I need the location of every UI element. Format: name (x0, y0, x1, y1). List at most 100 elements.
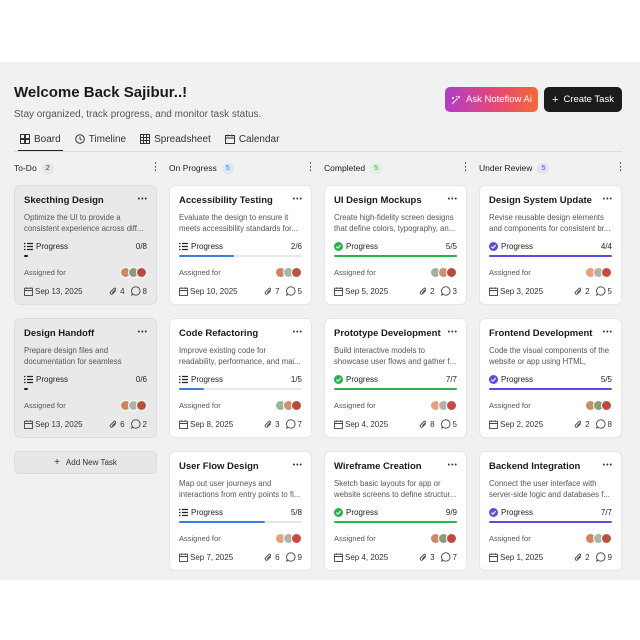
attachments-count[interactable]: 3 (264, 420, 280, 429)
attachments-count[interactable]: 6 (264, 553, 280, 562)
avatar-group[interactable] (120, 399, 147, 411)
column-menu-icon[interactable]: ⋮ (615, 161, 626, 173)
comments-count[interactable]: 9 (285, 552, 302, 562)
progress-bar-fill (179, 255, 235, 257)
board-icon (20, 134, 30, 144)
comments-count[interactable]: 5 (595, 286, 612, 296)
column-header-1: On Progress 5 (169, 161, 234, 175)
task-card[interactable]: Design Handoff ••• Prepare design files an… (14, 318, 157, 438)
assigned-row: Assigned for (489, 399, 612, 411)
task-card[interactable]: User Flow Design ••• Map out user journeys… (169, 451, 312, 571)
avatar-group[interactable] (120, 266, 147, 278)
comments-count[interactable]: 8 (130, 286, 147, 296)
progress-row: Progress 4/4 (489, 240, 612, 252)
avatar-group[interactable] (430, 532, 457, 544)
comments-count[interactable]: 3 (440, 286, 457, 296)
view-tabs: Board Timeline Spreadsheet Calendar (18, 130, 279, 152)
ask-ai-label: Ask Noteflow Ai (466, 94, 532, 105)
tab-board[interactable]: Board (18, 130, 63, 152)
ask-ai-button[interactable]: Ask Noteflow Ai (445, 87, 538, 112)
attachments-value: 2 (430, 286, 435, 296)
more-options-icon[interactable]: ••• (603, 196, 613, 203)
assigned-label: Assigned for (489, 267, 531, 277)
progress-row: Progress 5/5 (489, 373, 612, 385)
more-options-icon[interactable]: ••• (603, 329, 613, 336)
more-options-icon[interactable]: ••• (293, 462, 303, 469)
comments-count[interactable]: 8 (595, 419, 612, 429)
more-options-icon[interactable]: ••• (138, 196, 148, 203)
attachments-count[interactable]: 2 (574, 553, 590, 562)
attachments-count[interactable]: 3 (419, 553, 435, 562)
task-card[interactable]: Prototype Development ••• Build interactiv… (324, 318, 467, 438)
comments-count[interactable]: 9 (595, 552, 612, 562)
comments-count[interactable]: 7 (440, 552, 457, 562)
attachments-value: 6 (120, 419, 125, 429)
attachments-count[interactable]: 4 (109, 287, 125, 296)
assigned-row: Assigned for (489, 532, 612, 544)
task-card[interactable]: Accessibility Testing ••• Evaluate the des… (169, 185, 312, 305)
avatar-group[interactable] (275, 532, 302, 544)
task-title: Design System Update (489, 195, 592, 206)
task-card[interactable]: Design System Update ••• Revise reusable d… (479, 185, 622, 305)
attachments-count[interactable]: 2 (574, 287, 590, 296)
avatar-group[interactable] (585, 532, 612, 544)
paperclip-icon (574, 553, 582, 561)
comments-value: 5 (607, 286, 612, 296)
calendar-icon (224, 134, 235, 144)
column-menu-icon[interactable]: ⋮ (460, 161, 471, 173)
comments-count[interactable]: 5 (285, 286, 302, 296)
progress-label: Progress (36, 241, 69, 251)
comments-count[interactable]: 5 (440, 419, 457, 429)
check-circle-icon (334, 507, 343, 517)
tab-calendar[interactable]: Calendar (224, 130, 279, 148)
more-options-icon[interactable]: ••• (293, 196, 303, 203)
check-circle-icon (334, 374, 343, 384)
task-title: Accessibility Testing (179, 195, 273, 206)
task-card[interactable]: Frontend Development ••• Code the visual c… (479, 318, 622, 438)
task-card[interactable]: Skecthing Design ••• Optimize the UI to pr… (14, 185, 157, 305)
card-stats: 23 (419, 286, 457, 296)
attachments-count[interactable]: 8 (419, 420, 435, 429)
comment-icon (285, 286, 296, 296)
progress-row: Progress 5/8 (179, 506, 302, 518)
progress-count: 7/7 (445, 374, 457, 384)
more-options-icon[interactable]: ••• (138, 329, 148, 336)
column-menu-icon[interactable]: ⋮ (150, 161, 161, 173)
task-description: Build interactive models to showcase use… (334, 346, 457, 366)
more-options-icon[interactable]: ••• (448, 329, 458, 336)
list-icon (24, 375, 33, 383)
task-card[interactable]: Backend Integration ••• Connect the user i… (479, 451, 622, 571)
due-date: Sep 2, 2025 (489, 420, 543, 429)
more-options-icon[interactable]: ••• (603, 462, 613, 469)
avatar-group[interactable] (430, 399, 457, 411)
avatar-group[interactable] (585, 266, 612, 278)
avatar-group[interactable] (585, 399, 612, 411)
comments-count[interactable]: 2 (130, 419, 147, 429)
progress-label-group: Progress (334, 507, 378, 517)
task-description: Map out user journeys and interactions f… (179, 479, 301, 499)
column-menu-icon[interactable]: ⋮ (305, 161, 316, 173)
more-options-icon[interactable]: ••• (448, 196, 458, 203)
task-card[interactable]: UI Design Mockups ••• Create high-fidelity… (324, 185, 467, 305)
avatar-group[interactable] (430, 266, 457, 278)
tab-spreadsheet[interactable]: Spreadsheet (140, 130, 211, 148)
avatar-group[interactable] (275, 266, 302, 278)
attachments-count[interactable]: 6 (109, 419, 125, 429)
comments-count[interactable]: 7 (285, 419, 302, 429)
task-card[interactable]: Code Refactoring ••• Improve existing code… (169, 318, 312, 438)
comment-icon (285, 419, 296, 429)
avatar-group[interactable] (275, 399, 302, 411)
comment-icon (440, 419, 451, 429)
more-options-icon[interactable]: ••• (448, 462, 458, 469)
create-task-button[interactable]: + Create Task (544, 87, 622, 112)
attachments-count[interactable]: 2 (419, 286, 435, 296)
task-card[interactable]: Wireframe Creation ••• Sketch basic layout… (324, 451, 467, 571)
sparkle-icon (451, 95, 460, 104)
tab-timeline[interactable]: Timeline (74, 130, 126, 148)
calendar-icon (334, 552, 343, 562)
add-new-task-button[interactable]: + Add New Task (14, 451, 157, 474)
more-options-icon[interactable]: ••• (293, 329, 303, 336)
attachments-count[interactable]: 7 (264, 287, 280, 296)
attachments-count[interactable]: 2 (574, 420, 590, 429)
comment-icon (595, 552, 606, 562)
